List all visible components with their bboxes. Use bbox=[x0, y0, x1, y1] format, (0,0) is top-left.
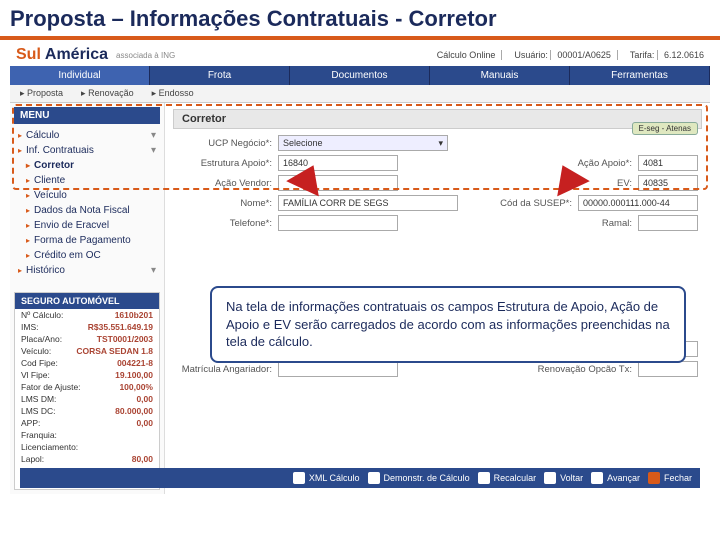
subnav-item[interactable]: ▸ Endosso bbox=[152, 88, 194, 99]
topnav-tab[interactable]: Ferramentas bbox=[570, 66, 710, 85]
summary-row: Vl Fipe:19.100,00 bbox=[15, 369, 159, 381]
menu-item[interactable]: ▸Histórico▾ bbox=[14, 263, 160, 278]
summary-row: Veículo:CORSA SEDAN 1.8 bbox=[15, 345, 159, 357]
callout-box: Na tela de informações contratuais os ca… bbox=[210, 286, 686, 363]
button-icon bbox=[591, 472, 603, 484]
menu-item[interactable]: ▸Corretor bbox=[14, 158, 160, 173]
eseg-tag: E-seg - Atenas bbox=[632, 122, 698, 135]
chevron-down-icon: ▾ bbox=[438, 138, 443, 149]
menu-item[interactable]: ▸Inf. Contratuais▾ bbox=[14, 143, 160, 158]
summary-row: Lapol:80,00 bbox=[15, 453, 159, 465]
summary-card-title: SEGURO AUTOMÓVEL bbox=[15, 293, 159, 309]
chevron-icon: ▾ bbox=[151, 130, 156, 141]
matricula-label: Matrícula Angariador: bbox=[177, 364, 272, 375]
footer-button[interactable]: Avançar bbox=[591, 472, 640, 484]
summary-row: IMS:R$35.551.649.19 bbox=[15, 321, 159, 333]
telefone-input[interactable] bbox=[278, 215, 398, 231]
ucp-select[interactable]: Selecione▾ bbox=[278, 135, 448, 151]
sidebar: MENU ▸Cálculo▾▸Inf. Contratuais▾▸Correto… bbox=[10, 103, 165, 494]
status-calc: Cálculo Online bbox=[431, 50, 496, 60]
footer-button[interactable]: XML Cálculo bbox=[293, 472, 360, 484]
ev-label: EV: bbox=[617, 178, 632, 189]
estrutura-label: Estrutura Apoio*: bbox=[177, 158, 272, 169]
ucp-label: UCP Negócio*: bbox=[177, 138, 272, 149]
summary-row: LMS DC:80.000,00 bbox=[15, 405, 159, 417]
summary-row: LMS DM:0,00 bbox=[15, 393, 159, 405]
button-icon bbox=[648, 472, 660, 484]
footer-bar: XML Cálculo Demonstr. de Cálculo Recalcula… bbox=[20, 468, 700, 488]
matricula-input[interactable] bbox=[278, 361, 398, 377]
telefone-label: Telefone*: bbox=[177, 218, 272, 229]
button-icon bbox=[368, 472, 380, 484]
arrow-icon: ▸ bbox=[26, 206, 30, 215]
footer-button[interactable]: Fechar bbox=[648, 472, 692, 484]
app-screenshot: SulAmérica associada à ING Cálculo Onlin… bbox=[10, 44, 710, 494]
arrow-icon: ▸ bbox=[26, 251, 30, 260]
arrow-icon: ▸ bbox=[26, 236, 30, 245]
summary-row: Franquia: bbox=[15, 429, 159, 441]
brand-logo: SulAmérica associada à ING bbox=[16, 46, 175, 64]
summary-row: Placa/Ano:TST0001/2003 bbox=[15, 333, 159, 345]
ramal-input[interactable] bbox=[638, 215, 698, 231]
summary-row: Cod Fipe:004221-8 bbox=[15, 357, 159, 369]
sub-nav: ▸ Proposta ▸ Renovação ▸ Endosso bbox=[10, 85, 710, 103]
top-nav: IndividualFrotaDocumentosManuaisFerramen… bbox=[10, 66, 710, 85]
menu-item[interactable]: ▸Cliente bbox=[14, 173, 160, 188]
summary-row: Licenciamento: bbox=[15, 441, 159, 453]
susep-label: Cód da SUSEP*: bbox=[500, 198, 572, 209]
menu-item[interactable]: ▸Dados da Nota Fiscal bbox=[14, 203, 160, 218]
button-icon bbox=[478, 472, 490, 484]
nome-label: Nome*: bbox=[177, 198, 272, 209]
topnav-tab[interactable]: Individual bbox=[10, 66, 150, 85]
topnav-tab[interactable]: Manuais bbox=[430, 66, 570, 85]
chevron-icon: ▾ bbox=[151, 145, 156, 156]
menu-item[interactable]: ▸Envio de Eracvel bbox=[14, 218, 160, 233]
arrow-icon: ▸ bbox=[26, 161, 30, 170]
status-bar: Cálculo Online Usuário: 00001/A0625 Tari… bbox=[431, 50, 704, 60]
logo-text-1: Sul bbox=[16, 46, 41, 64]
footer-button[interactable]: Demonstr. de Cálculo bbox=[368, 472, 470, 484]
logo-subtext: associada à ING bbox=[116, 51, 175, 60]
menu-item[interactable]: ▸Crédito em OC bbox=[14, 248, 160, 263]
menu-item[interactable]: ▸Cálculo▾ bbox=[14, 128, 160, 143]
arrow-icon: ▸ bbox=[18, 146, 22, 155]
subnav-item[interactable]: ▸ Proposta bbox=[20, 88, 63, 99]
subnav-item[interactable]: ▸ Renovação bbox=[81, 88, 134, 99]
footer-button[interactable]: Recalcular bbox=[478, 472, 537, 484]
summary-row: Nº Cálculo:1610b201 bbox=[15, 309, 159, 321]
panel-header: Corretor bbox=[173, 109, 702, 129]
arrow-icon: ▸ bbox=[26, 191, 30, 200]
arrow-icon: ▸ bbox=[26, 176, 30, 185]
menu-item[interactable]: ▸Veículo bbox=[14, 188, 160, 203]
summary-card: SEGURO AUTOMÓVEL Nº Cálculo:1610b201IMS:… bbox=[14, 292, 160, 490]
status-user: Usuário: 00001/A0625 bbox=[501, 50, 611, 60]
ramal-label: Ramal: bbox=[602, 218, 632, 229]
susep-input[interactable]: 00000.000111.000-44 bbox=[578, 195, 698, 211]
nome-input[interactable]: FAMÍLIA CORR DE SEGS bbox=[278, 195, 458, 211]
button-icon bbox=[544, 472, 556, 484]
arrow-icon: ▸ bbox=[26, 221, 30, 230]
arrow-icon: ▸ bbox=[18, 266, 22, 275]
topnav-tab[interactable]: Frota bbox=[150, 66, 290, 85]
topnav-tab[interactable]: Documentos bbox=[290, 66, 430, 85]
ev-input[interactable]: 40835 bbox=[638, 175, 698, 191]
acao-apoio-input[interactable]: 4081 bbox=[638, 155, 698, 171]
renov-input[interactable] bbox=[638, 361, 698, 377]
summary-row: Fator de Ajuste:100,00% bbox=[15, 381, 159, 393]
chevron-icon: ▾ bbox=[151, 265, 156, 276]
summary-row: APP:0,00 bbox=[15, 417, 159, 429]
footer-button[interactable]: Voltar bbox=[544, 472, 583, 484]
renov-label: Renovação Opcão Tx: bbox=[538, 364, 632, 375]
header-row: SulAmérica associada à ING Cálculo Onlin… bbox=[10, 44, 710, 66]
acao-apoio-label: Ação Apoio*: bbox=[578, 158, 632, 169]
slide-title: Proposta – Informações Contratuais - Cor… bbox=[0, 0, 720, 40]
button-icon bbox=[293, 472, 305, 484]
status-tarif: Tarifa: 6.12.0616 bbox=[617, 50, 704, 60]
menu-item[interactable]: ▸Forma de Pagamento bbox=[14, 233, 160, 248]
logo-text-2: América bbox=[45, 46, 108, 64]
acao-vendor-label: Ação Vendor: bbox=[177, 178, 272, 189]
menu-header: MENU bbox=[14, 107, 160, 124]
arrow-icon: ▸ bbox=[18, 131, 22, 140]
